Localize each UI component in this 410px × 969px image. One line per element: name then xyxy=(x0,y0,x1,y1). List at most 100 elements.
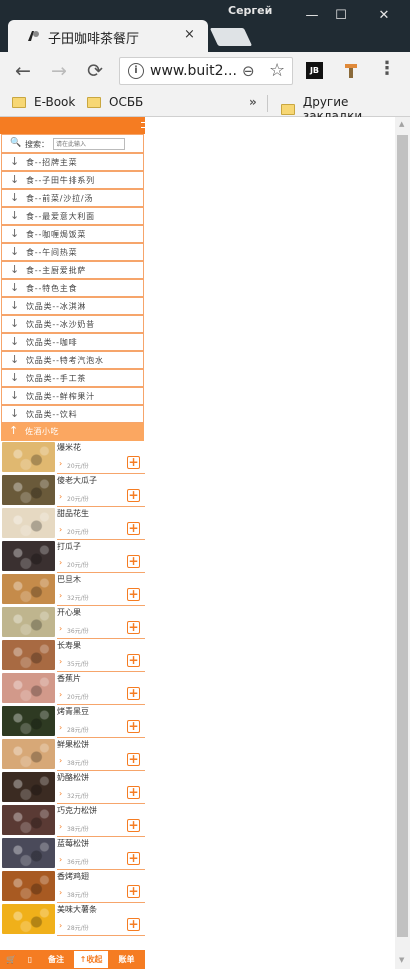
add-to-cart-button[interactable]: + xyxy=(127,588,140,601)
category-item[interactable]: ↓ 食--主厨爱批萨 xyxy=(1,261,144,279)
category-item[interactable]: ↓ 饮品类--特考汽泡水 xyxy=(1,351,144,369)
menu-icon[interactable]: ⋮ xyxy=(378,58,396,79)
address-bar[interactable]: i www.buit2... ⊖ ☆ xyxy=(119,57,293,85)
product-image[interactable] xyxy=(2,640,55,670)
profile-name[interactable]: Сергей xyxy=(228,4,272,17)
product-item[interactable]: 打瓜子 › 20元/份 + xyxy=(0,540,145,573)
category-item[interactable]: ↓ 饮品类--咖啡 xyxy=(1,333,144,351)
product-price: 20元/份 xyxy=(67,529,89,536)
back-icon[interactable]: ← xyxy=(10,58,36,84)
product-image[interactable] xyxy=(2,475,55,505)
close-window-button[interactable]: ✕ xyxy=(365,0,403,30)
search-input[interactable] xyxy=(53,138,125,150)
product-item[interactable]: 傻老大瓜子 › 20元/份 + xyxy=(0,474,145,507)
product-item[interactable]: 巴旦木 › 32元/份 + xyxy=(0,573,145,606)
product-image[interactable] xyxy=(2,706,55,736)
add-to-cart-button[interactable]: + xyxy=(127,753,140,766)
scroll-up-icon[interactable]: ▲ xyxy=(399,120,404,128)
add-to-cart-button[interactable]: + xyxy=(127,819,140,832)
category-item[interactable]: ↓ 饮品类--冰沙奶昔 xyxy=(1,315,144,333)
url-text[interactable]: www.buit2... xyxy=(150,63,237,79)
product-item[interactable]: 鲜果松饼 › 38元/份 + xyxy=(0,738,145,771)
product-image[interactable] xyxy=(2,904,55,934)
product-item[interactable]: 香烤鸡翅 › 38元/份 + xyxy=(0,870,145,903)
category-item[interactable]: ↓ 饮品类--饮料 xyxy=(1,405,144,423)
category-item[interactable]: ↓ 食--午间热菜 xyxy=(1,243,144,261)
product-image[interactable] xyxy=(2,739,55,769)
site-info-icon[interactable]: i xyxy=(128,63,144,79)
category-label: 饮品类--冰沙奶昔 xyxy=(26,320,95,329)
product-image[interactable] xyxy=(2,772,55,802)
product-item[interactable]: 奶酪松饼 › 32元/份 + xyxy=(0,771,145,804)
bill-button[interactable]: 账单 xyxy=(110,950,143,969)
add-to-cart-button[interactable]: + xyxy=(127,456,140,469)
scrollbar[interactable]: ▲ ▼ xyxy=(395,117,410,969)
product-image[interactable] xyxy=(2,541,55,571)
bookmark-star-icon[interactable]: ☆ xyxy=(269,60,285,81)
zoom-icon[interactable]: ⊖ xyxy=(242,62,255,80)
cart-icon[interactable]: 🛒 xyxy=(2,950,20,969)
product-image[interactable] xyxy=(2,607,55,637)
product-item[interactable]: 长寿果 › 35元/份 + xyxy=(0,639,145,672)
category-item[interactable]: ↓ 食--前菜/沙拉/汤 xyxy=(1,189,144,207)
product-image[interactable] xyxy=(2,673,55,703)
add-to-cart-button[interactable]: + xyxy=(127,885,140,898)
product-item[interactable]: 爆米花 › 20元/份 + xyxy=(0,441,145,474)
arrow-down-icon: ↓ xyxy=(10,317,20,330)
new-tab-button[interactable] xyxy=(209,28,253,46)
category-item[interactable]: ↓ 食--咖喱焗饭菜 xyxy=(1,225,144,243)
bookmark-ebook[interactable]: E-Book xyxy=(12,95,75,109)
browser-tab[interactable]: 子田咖啡茶餐厅 × xyxy=(8,20,208,52)
add-to-cart-button[interactable]: + xyxy=(127,720,140,733)
extension-jb-icon[interactable]: JB xyxy=(306,62,323,79)
product-image[interactable] xyxy=(2,574,55,604)
product-item[interactable]: 香蕉片 › 20元/份 + xyxy=(0,672,145,705)
product-image[interactable] xyxy=(2,508,55,538)
add-to-cart-button[interactable]: + xyxy=(127,687,140,700)
category-item[interactable]: ↓ 食--最爱意大利面 xyxy=(1,207,144,225)
add-to-cart-button[interactable]: + xyxy=(127,786,140,799)
product-image[interactable] xyxy=(2,871,55,901)
product-item[interactable]: 蓝莓松饼 › 36元/份 + xyxy=(0,837,145,870)
category-item[interactable]: ↓ 饮品类--冰淇淋 xyxy=(1,297,144,315)
menu-lines-icon[interactable] xyxy=(141,122,145,128)
extension-stamp-icon[interactable] xyxy=(342,62,360,79)
product-image[interactable] xyxy=(2,442,55,472)
category-label: 食--子田牛排系列 xyxy=(26,176,95,185)
product-image[interactable] xyxy=(2,838,55,868)
add-to-cart-button[interactable]: + xyxy=(127,489,140,502)
add-to-cart-button[interactable]: + xyxy=(127,555,140,568)
product-item[interactable]: 美味大薯条 › 28元/份 + xyxy=(0,903,145,936)
add-to-cart-button[interactable]: + xyxy=(127,621,140,634)
bookmark-osbb[interactable]: ОСББ xyxy=(87,95,143,109)
reload-icon[interactable]: ⟳ xyxy=(82,58,108,84)
add-to-cart-button[interactable]: + xyxy=(127,522,140,535)
add-to-cart-button[interactable]: + xyxy=(127,852,140,865)
forward-icon[interactable]: → xyxy=(46,58,72,84)
maximize-button[interactable]: ☐ xyxy=(322,0,360,30)
product-item[interactable]: 开心果 › 36元/份 + xyxy=(0,606,145,639)
note-button[interactable]: 备注 xyxy=(40,950,72,969)
category-label: 饮品类--饮料 xyxy=(26,410,78,419)
add-to-cart-button[interactable]: + xyxy=(127,654,140,667)
collapse-button[interactable]: ↑ 收起 xyxy=(73,950,109,969)
category-item[interactable]: ↓ 饮品类--手工茶 xyxy=(1,369,144,387)
bookmarks-more-icon[interactable]: » xyxy=(249,95,257,109)
category-item[interactable]: ↓ 食--子田牛排系列 xyxy=(1,171,144,189)
product-price: 35元/份 xyxy=(67,661,89,668)
scroll-down-icon[interactable]: ▼ xyxy=(399,956,404,964)
product-image[interactable] xyxy=(2,805,55,835)
product-name: 香烤鸡翅 xyxy=(57,872,89,881)
cart-count-icon[interactable]: ▯ xyxy=(21,950,39,969)
product-item[interactable]: 巧克力松饼 › 38元/份 + xyxy=(0,804,145,837)
tab-close-icon[interactable]: × xyxy=(184,27,195,42)
add-to-cart-button[interactable]: + xyxy=(127,918,140,931)
category-item[interactable]: ↓ 食--特色主食 xyxy=(1,279,144,297)
category-item[interactable]: ↓ 饮品类--鲜榨果汁 xyxy=(1,387,144,405)
product-item[interactable]: 烤青黑豆 › 28元/份 + xyxy=(0,705,145,738)
scrollbar-thumb[interactable] xyxy=(397,135,408,937)
product-item[interactable]: 甜品花生 › 20元/份 + xyxy=(0,507,145,540)
category-active[interactable]: ↑ 佐酒小吃 xyxy=(1,423,144,441)
category-item[interactable]: ↓ 食--招牌主菜 xyxy=(1,153,144,171)
chevron-right-icon: › xyxy=(59,624,63,633)
